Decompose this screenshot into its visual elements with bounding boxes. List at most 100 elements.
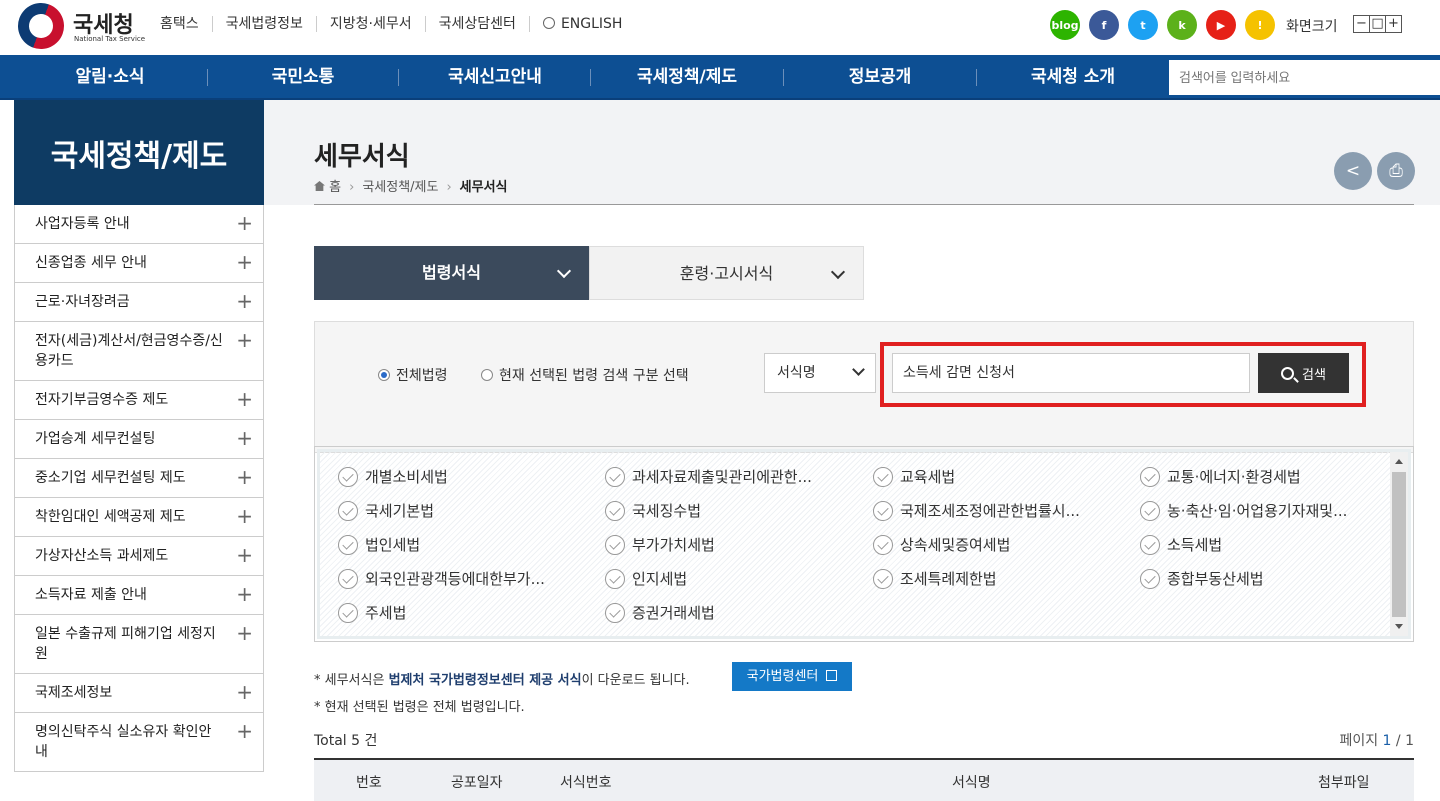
facebook-icon[interactable]: f [1089,10,1119,40]
law-list-scrollbar[interactable] [1390,452,1408,636]
link-law-info[interactable]: 국세법령정보 [213,16,317,32]
print-button[interactable]: ⎙ [1377,152,1415,190]
check-circle-icon [338,568,358,589]
law-checkbox[interactable]: 소득세법 [1140,534,1222,555]
sidebar-item[interactable]: 신종업종 세무 안내 + [15,244,263,283]
breadcrumb-home[interactable]: 홈 [329,180,341,195]
side-navigation: 국세정책/제도 사업자등록 안내 + 신종업종 세무 안내 + 근로·자녀장려금 + 전자(… [14,100,264,801]
sidebar-item[interactable]: 근로·자녀장려금 + [15,283,263,322]
search-button[interactable]: 검색 [1258,353,1349,393]
law-checkbox[interactable]: 개별소비세법 [338,466,448,487]
form-search-input[interactable]: 소득세 감면 신청서 [892,353,1250,393]
law-checkbox[interactable]: 조세특례제한법 [873,568,997,589]
home-icon[interactable] [314,181,325,191]
sidebar-item[interactable]: 전자기부금영수증 제도 + [15,381,263,420]
law-checkbox[interactable]: 국세징수법 [605,500,701,521]
breadcrumb-chevron-icon: › [446,180,452,195]
link-hometax[interactable]: 홈택스 [160,16,213,32]
gnb-item-tax-report[interactable]: 국세신고안내 [415,55,575,100]
sidebar-item[interactable]: 착한임대인 세액공제 제도 + [15,498,263,537]
scroll-down-icon[interactable] [1395,624,1403,629]
sidebar-item[interactable]: 가업승계 세무컨설팅 + [15,420,263,459]
sidebar-item[interactable]: 가상자산소득 과세제도 + [15,537,263,576]
gnb-divider [398,69,399,86]
sidebar-item[interactable]: 국제조세정보 + [15,674,263,713]
kakaostory-icon[interactable]: k [1167,10,1197,40]
gnb-item-communication[interactable]: 국민소통 [223,55,383,100]
plus-icon[interactable]: + [236,467,253,487]
blog-icon[interactable]: blog [1050,10,1080,40]
gnb-item-info-disclosure[interactable]: 정보공개 [800,55,960,100]
plus-icon[interactable]: + [236,252,253,272]
tab-notice-forms[interactable]: 훈령·고시서식 [589,246,864,300]
sidebar-item[interactable]: 명의신탁주식 실소유자 확인안내 + [15,713,263,772]
sidebar-item[interactable]: 일본 수출규제 피해기업 세정지원 + [15,615,263,674]
law-checkbox[interactable]: 주세법 [338,602,406,623]
law-checkbox[interactable]: 과세자료제출및관리에관한... [605,466,812,487]
sidebar-item-label: 전자(세금)계산서/현금영수증/신용카드 [35,333,223,369]
plus-icon[interactable]: + [236,389,253,409]
youtube-icon[interactable]: ▶ [1206,10,1236,40]
sidebar-item[interactable]: 사업자등록 안내 + [15,205,263,244]
gnb-item-about[interactable]: 국세청 소개 [993,55,1153,100]
plus-icon[interactable]: + [236,721,253,741]
gnb-item-news[interactable]: 알림·소식 [30,55,190,100]
law-label: 과세자료제출및관리에관한... [632,468,812,486]
scroll-up-icon[interactable] [1395,459,1403,464]
radio-all-laws[interactable]: 전체법령 [378,365,448,385]
law-checkbox[interactable]: 인지세법 [605,568,687,589]
law-checkbox[interactable]: 국제조세조정에관한법률시... [873,500,1080,521]
law-label: 상속세및증여세법 [900,536,1011,554]
national-law-center-button[interactable]: 국가법령센터 [732,662,852,691]
sidebar-item[interactable]: 소득자료 제출 안내 + [15,576,263,615]
check-circle-icon [1140,568,1160,589]
sidebar-item-label: 전자기부금영수증 제도 [35,392,169,408]
link-regional-office[interactable]: 지방청·세무서 [317,16,426,32]
col-attachment: 첨부파일 [1318,775,1370,791]
link-consult-center[interactable]: 국세상담센터 [426,16,530,32]
plus-icon[interactable]: + [236,330,253,350]
law-checkbox[interactable]: 교통·에너지·환경세법 [1140,466,1301,487]
selected-law-note: * 현재 선택된 법령은 전체 법령입니다. [314,700,525,715]
plus-icon[interactable]: + [236,545,253,565]
site-search-input[interactable] [1169,60,1440,95]
law-checkbox[interactable]: 부가가치세법 [605,534,715,555]
font-increase-button[interactable]: + [1385,15,1402,33]
breadcrumb-section[interactable]: 국세정책/제도 [362,180,438,195]
share-button[interactable]: < [1334,152,1372,190]
radio-selected-laws[interactable]: 현재 선택된 법령 검색 구분 선택 [481,365,689,385]
law-checkbox[interactable]: 국세기본법 [338,500,434,521]
twitter-icon[interactable]: t [1128,10,1158,40]
radio-selected-laws-label: 현재 선택된 법령 검색 구분 선택 [499,368,689,384]
law-checkbox[interactable]: 법인세법 [338,534,420,555]
check-circle-icon [1140,534,1160,555]
total-count: Total 5 건 [314,730,377,750]
kakaotalk-icon[interactable]: ! [1245,10,1275,40]
law-checkbox[interactable]: 농·축산·임·어업용기자재및... [1140,500,1347,521]
plus-icon[interactable]: + [236,428,253,448]
plus-icon[interactable]: + [236,506,253,526]
law-checkbox[interactable]: 외국인관광객등에대한부가... [338,568,545,589]
search-type-select[interactable]: 서식명 [764,353,876,393]
scroll-thumb[interactable] [1392,472,1406,617]
font-reset-button[interactable]: □ [1369,15,1386,33]
link-english[interactable]: ENGLISH [530,16,636,32]
plus-icon[interactable]: + [236,682,253,702]
sidebar-item[interactable]: 전자(세금)계산서/현금영수증/신용카드 + [15,322,263,381]
law-checkbox[interactable]: 증권거래세법 [605,602,715,623]
search-type-value: 서식명 [777,365,816,381]
nts-logo[interactable]: 국세청 National Tax Service [11,0,148,56]
font-decrease-button[interactable]: − [1353,15,1370,33]
plus-icon[interactable]: + [236,584,253,604]
sidebar-item-label: 신종업종 세무 안내 [35,255,147,271]
gnb-item-tax-policy[interactable]: 국세정책/제도 [607,55,767,100]
law-checkbox[interactable]: 상속세및증여세법 [873,534,1010,555]
main-navigation: 알림·소식 국민소통 국세신고안내 국세정책/제도 정보공개 국세청 소개 [0,55,1440,100]
plus-icon[interactable]: + [236,623,253,643]
law-checkbox[interactable]: 교육세법 [873,466,955,487]
law-checkbox[interactable]: 종합부동산세법 [1140,568,1264,589]
plus-icon[interactable]: + [236,291,253,311]
sidebar-item[interactable]: 중소기업 세무컨설팅 제도 + [15,459,263,498]
tab-law-forms[interactable]: 법령서식 [314,246,589,300]
plus-icon[interactable]: + [236,213,253,233]
